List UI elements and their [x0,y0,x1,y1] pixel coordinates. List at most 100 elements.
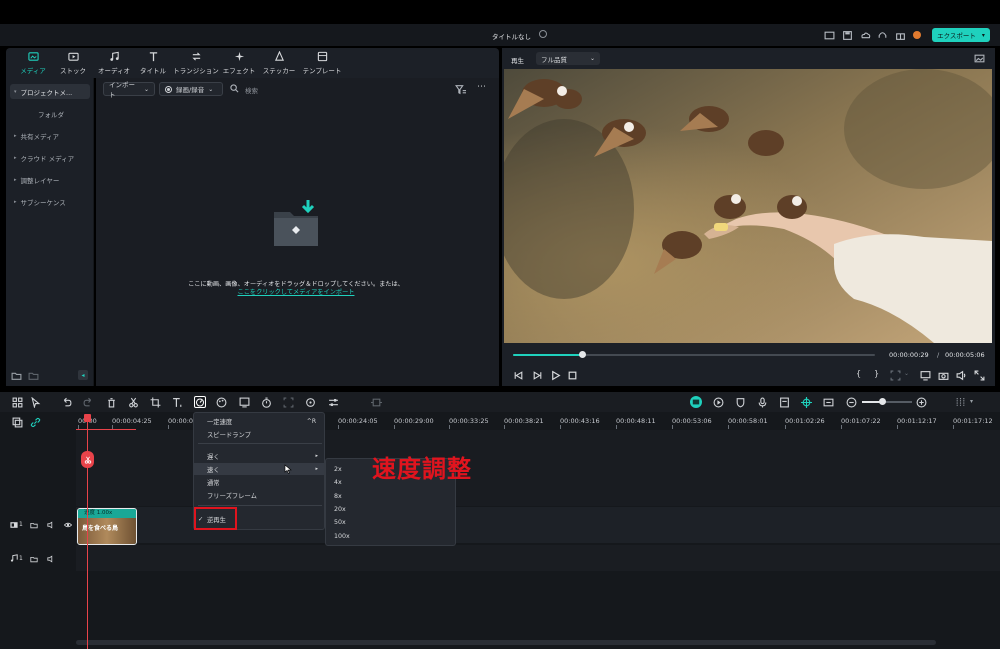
video-preview[interactable] [504,69,992,343]
menu-item-speed-ramp[interactable]: スピードランプ [194,428,324,440]
record-dropdown[interactable]: 録画/録音 ⌄ [159,82,223,96]
fullscreen-icon[interactable] [974,370,985,381]
tab-media[interactable]: メディア [13,48,53,78]
folder-lock-icon[interactable] [30,555,38,563]
audio-track-lane [76,545,1000,571]
cloud-icon[interactable] [860,30,871,41]
sidebar-item-shared-media[interactable]: ▸ 共有メディア [10,128,90,143]
play-circle-icon[interactable] [713,397,724,408]
voiceover-icon[interactable] [779,397,790,408]
headset-icon[interactable] [877,30,888,41]
subtitle-icon[interactable] [823,397,834,408]
quality-dropdown[interactable]: フル品質 ⌄ [536,52,600,65]
mute-icon[interactable] [47,555,55,563]
redo-icon[interactable] [83,397,94,408]
mark-in-icon[interactable]: { [856,369,861,378]
eye-icon[interactable] [64,521,72,529]
speed-icon[interactable] [194,396,206,408]
tab-stock[interactable]: ストック [53,48,93,78]
zoom-out-icon[interactable] [846,397,857,408]
playhead-handle[interactable] [84,414,91,422]
chevron-down-icon[interactable]: ⌄ [904,370,909,377]
save-icon[interactable] [842,30,853,41]
color-palette-icon[interactable] [216,397,227,408]
ai-portrait-icon[interactable] [239,397,250,408]
tab-effect[interactable]: エフェクト [219,48,259,78]
folder-lock-icon[interactable] [30,521,38,529]
stop-icon[interactable] [567,370,578,381]
mark-out-icon[interactable]: } [874,369,879,378]
camera-icon[interactable] [938,370,949,381]
playback-scrubber-handle[interactable] [578,351,586,358]
fit-frame-icon[interactable] [890,370,901,381]
chevron-down-icon[interactable]: ▾ [970,398,973,405]
export-button[interactable]: エクスポート ▾ [932,28,990,42]
cut-scissors-icon[interactable] [128,397,139,408]
speed-option-8x[interactable]: 8x [326,490,455,502]
timeline-horizontal-scrollbar[interactable] [76,640,936,645]
delete-icon[interactable] [106,397,117,408]
tab-audio[interactable]: オーディオ [93,48,135,78]
video-clip[interactable]: 速度 1.00x 鳥を食べる鳥 [77,508,137,545]
title-status-icon[interactable] [539,30,547,38]
import-folder-icon[interactable] [272,198,320,248]
play-icon[interactable] [550,370,561,381]
menu-item-fast[interactable]: 速く ▸ [194,463,324,475]
monitor-icon[interactable] [920,370,931,381]
speed-option-100x[interactable]: 100x [326,530,455,542]
sidebar-item-adjustment-layer[interactable]: ▸ 調整レイヤー [10,172,90,187]
snapshot-image-icon[interactable] [974,53,985,64]
volume-icon[interactable] [956,370,967,381]
tab-template[interactable]: テンプレート [299,48,345,78]
menu-item-slow[interactable]: 遅く ▸ [194,450,324,462]
menu-item-freeze-frame[interactable]: フリーズフレーム [194,489,324,501]
playback-progress-track[interactable] [513,354,875,356]
stabilize-icon[interactable] [283,397,294,408]
microphone-icon[interactable] [757,397,768,408]
folder-icon[interactable] [28,370,39,381]
sidebar-item-project-media[interactable]: ▾ プロジェクトメ... [10,84,90,99]
select-cursor-icon[interactable] [30,397,41,408]
keyframe-icon[interactable] [371,397,382,408]
avatar[interactable] [913,31,921,39]
shield-icon[interactable] [735,397,746,408]
speed-option-50x[interactable]: 50x [326,516,455,528]
zoom-in-icon[interactable] [916,397,927,408]
gift-icon[interactable] [895,30,906,41]
undo-icon[interactable] [61,397,72,408]
sidebar-item-cloud-media[interactable]: ▸ クラウド メディア [10,150,90,165]
zoom-slider-handle[interactable] [879,398,886,405]
collapse-sidebar-icon[interactable]: ◂ [78,370,88,380]
ai-snap-icon[interactable] [801,397,812,408]
more-options-icon[interactable]: ⋯ [477,82,486,92]
previous-frame-icon[interactable] [513,370,524,381]
zoom-slider[interactable] [862,401,912,403]
motion-track-icon[interactable] [305,397,316,408]
adjust-sliders-icon[interactable] [328,397,339,408]
link-icon[interactable] [30,417,41,428]
mute-icon[interactable] [47,521,55,529]
filter-icon[interactable] [455,84,466,95]
tab-transition[interactable]: トランジション [173,48,219,78]
timer-icon[interactable] [261,397,272,408]
render-preview-icon[interactable] [690,396,702,408]
sidebar-item-subsequence[interactable]: ▸ サブシーケンス [10,194,90,209]
add-track-icon[interactable] [12,417,23,428]
import-media-link[interactable]: ここをクリックしてメディアをインポート [236,287,356,296]
menu-item-constant-speed[interactable]: 一定速度 ^R [194,415,324,427]
grid-layout-icon[interactable] [12,397,23,408]
sidebar-item-folder[interactable]: フォルダ [10,106,90,121]
next-frame-icon[interactable] [532,370,543,381]
timeline-layout-icon[interactable] [955,397,966,408]
speed-option-20x[interactable]: 20x [326,503,455,515]
split-scissors-icon[interactable] [81,451,94,468]
import-dropdown[interactable]: インポート ⌄ [103,81,155,99]
tab-title[interactable]: タイトル [133,48,173,78]
layout-icon[interactable] [824,30,835,41]
menu-item-normal[interactable]: 通常 [194,476,324,488]
crop-icon[interactable] [150,397,161,408]
new-folder-icon[interactable] [11,370,22,381]
tab-sticker[interactable]: ステッカー [259,48,299,78]
text-edit-icon[interactable] [172,397,183,408]
search-input[interactable]: 検索 [245,85,258,95]
